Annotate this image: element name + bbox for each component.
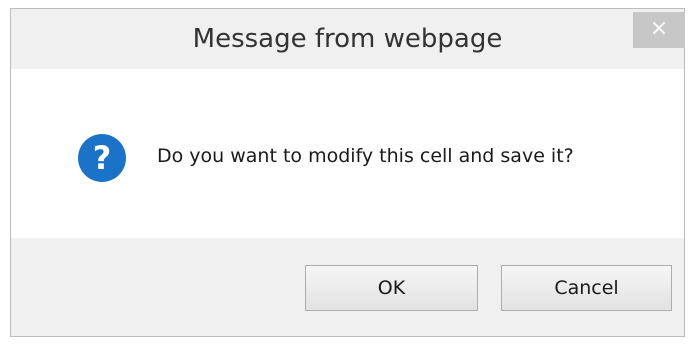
cancel-button[interactable]: Cancel — [501, 265, 672, 311]
dialog-message: Do you want to modify this cell and save… — [157, 145, 574, 167]
close-button[interactable]: × — [633, 12, 685, 48]
dialog-titlebar: Message from webpage × — [11, 9, 685, 69]
dialog-title: Message from webpage — [192, 24, 503, 54]
close-icon: × — [649, 16, 669, 41]
message-dialog: Message from webpage × ? Do you want to … — [10, 8, 685, 337]
svg-text:?: ? — [93, 139, 112, 177]
dialog-footer: OK Cancel — [11, 238, 684, 336]
question-icon: ? — [78, 134, 126, 182]
ok-button[interactable]: OK — [305, 265, 478, 311]
dialog-content: ? Do you want to modify this cell and sa… — [11, 69, 684, 238]
